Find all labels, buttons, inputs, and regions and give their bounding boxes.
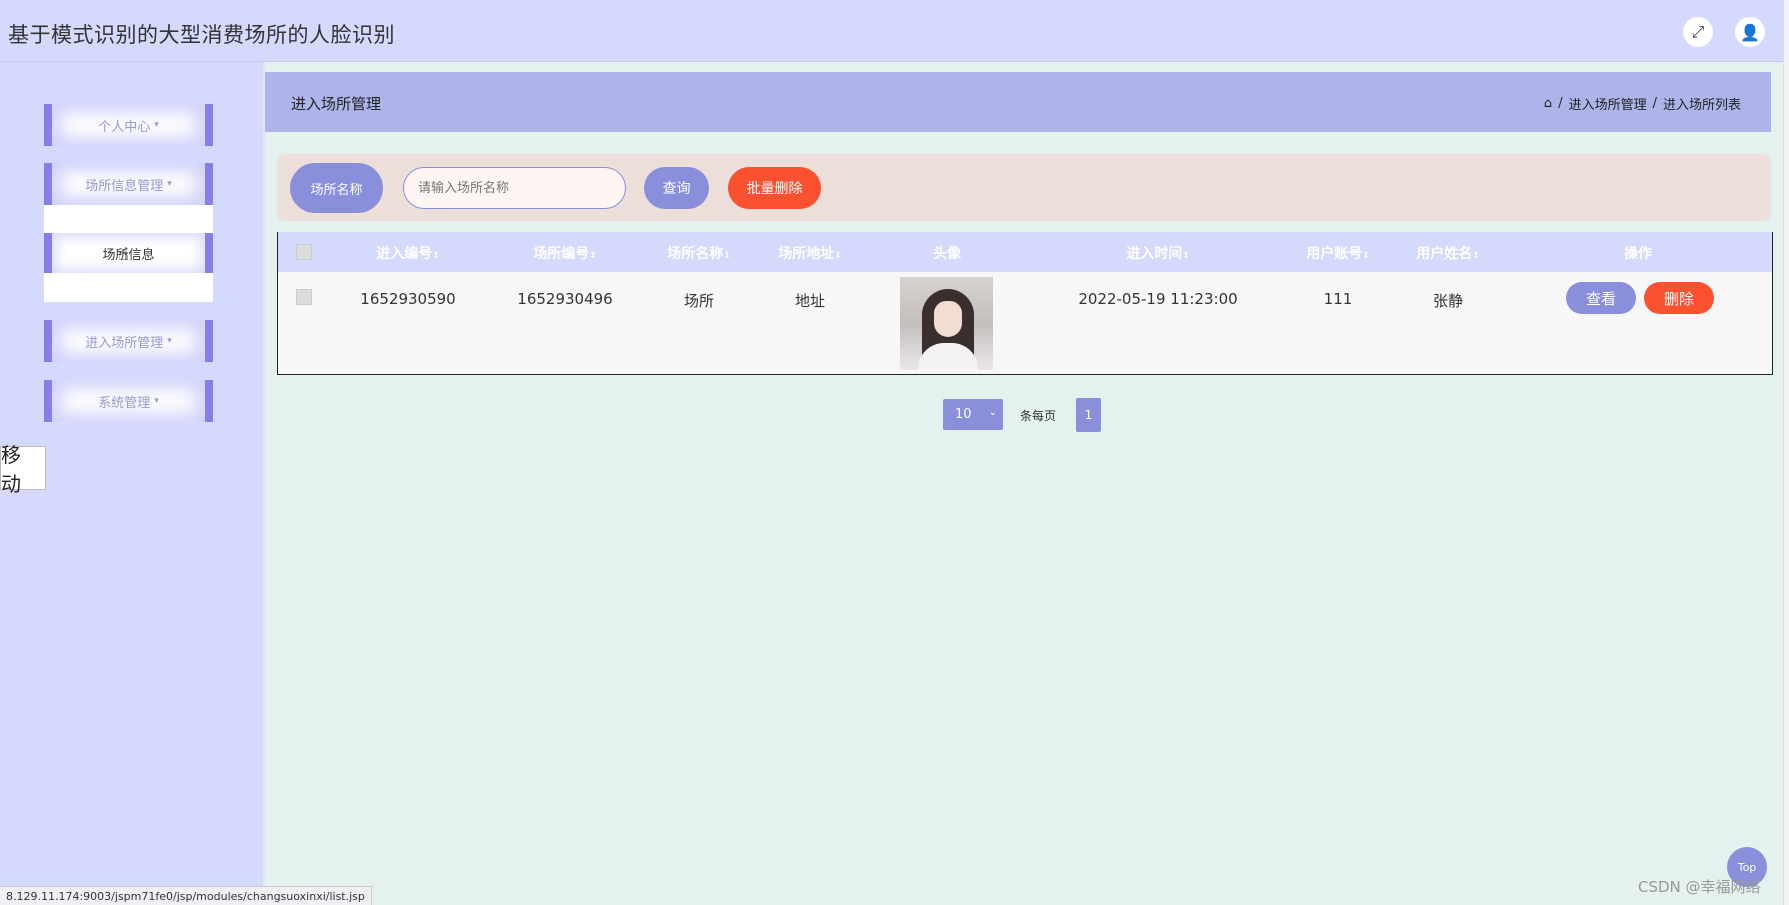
cell-place-address: 地址 (794, 292, 826, 310)
pagination: 10 ⌄ 条每页 1 (265, 398, 1789, 432)
search-bar: 场所名称 查询 批量删除 (277, 154, 1771, 221)
sidebar-menu-label: 场所信息管理 (85, 178, 164, 194)
sort-icon: ⇕ (432, 251, 440, 261)
query-button[interactable]: 查询 (644, 167, 709, 209)
cell-entry-time: 2022-05-19 11:23:00 (1078, 290, 1238, 308)
column-header-avatar: 头像 (933, 246, 961, 262)
sort-icon: ⇕ (834, 251, 842, 261)
caret-down-icon: ▾ (154, 120, 159, 130)
data-table: 进入编号⇕ 场所编号⇕ 场所名称⇕ 场所地址⇕ 头像 进入时间⇕ 用户账号⇕ 用… (277, 232, 1773, 375)
table-header: 进入编号⇕ 场所编号⇕ 场所名称⇕ 场所地址⇕ 头像 进入时间⇕ 用户账号⇕ 用… (278, 232, 1772, 272)
page-title: 进入场所管理 (291, 95, 382, 113)
sort-icon: ⇕ (723, 251, 731, 261)
sort-icon: ⇕ (1182, 251, 1190, 261)
column-header-actions: 操作 (1624, 246, 1652, 262)
avatar-image[interactable] (900, 277, 993, 370)
breadcrumb-separator: / (1558, 96, 1563, 111)
user-icon[interactable]: 👤 (1735, 17, 1765, 47)
batch-delete-button[interactable]: 批量删除 (728, 167, 821, 209)
hand-cursor-icon: ☝ (118, 244, 129, 265)
top-header: 基于模式识别的大型消费场所的人脸识别 ⤢ 👤 (0, 0, 1789, 62)
page-size-select[interactable]: 10 ⌄ (943, 399, 1003, 430)
breadcrumb: ⌂ / 进入场所管理 / 进入场所列表 (1544, 94, 1741, 113)
view-button[interactable]: 查看 (1566, 282, 1636, 314)
scrollbar-edge[interactable] (1783, 0, 1789, 905)
cell-entry-no: 1652930590 (360, 290, 456, 308)
page-header: 进入场所管理 ⌂ / 进入场所管理 / 进入场所列表 (265, 72, 1771, 132)
per-page-label: 条每页 (1020, 409, 1057, 423)
chevron-down-icon: ⌄ (988, 407, 997, 418)
column-header-user-account[interactable]: 用户账号⇕ (1306, 243, 1370, 263)
sidebar-menu-label: 系统管理 (98, 395, 151, 411)
breadcrumb-item: 进入场所列表 (1662, 98, 1741, 113)
page-size-value: 10 (955, 407, 972, 422)
column-header-entry-no[interactable]: 进入编号⇕ (376, 243, 440, 263)
sidebar-menu-entry-management[interactable]: 进入场所管理 ▾ (44, 320, 213, 362)
page-button-1[interactable]: 1 (1076, 398, 1101, 432)
main-content: 进入场所管理 ⌂ / 进入场所管理 / 进入场所列表 场所名称 查询 批量删除 … (265, 62, 1789, 905)
caret-down-icon: ▾ (167, 179, 172, 189)
status-bar-url: 8.129.11.174:9003/jspm71fe0/jsp/modules/… (0, 886, 372, 905)
caret-down-icon: ▾ (154, 396, 159, 406)
sidebar-menu-system-management[interactable]: 系统管理 ▾ (44, 380, 213, 422)
cell-place-name: 场所 (683, 292, 715, 310)
home-icon[interactable]: ⌂ (1544, 96, 1552, 111)
watermark: CSDN @幸福网络 (1638, 878, 1761, 896)
row-checkbox[interactable] (296, 289, 312, 305)
sidebar-menu-label: 个人中心 (98, 119, 151, 135)
sort-icon: ⇕ (1362, 251, 1370, 261)
sidebar-menu-personal-center[interactable]: 个人中心 ▾ (44, 104, 213, 146)
cell-user-account: 111 (1323, 290, 1353, 308)
column-header-user-name[interactable]: 用户姓名⇕ (1416, 243, 1480, 263)
search-input[interactable] (403, 167, 626, 209)
avatar-face (934, 301, 962, 337)
breadcrumb-item[interactable]: 进入场所管理 (1569, 94, 1647, 113)
column-header-entry-time[interactable]: 进入时间⇕ (1126, 243, 1190, 263)
search-label: 场所名称 (290, 163, 383, 213)
cell-place-no: 1652930496 (517, 290, 613, 308)
sidebar-menu-label: 进入场所管理 (85, 335, 164, 351)
breadcrumb-separator: / (1652, 96, 1657, 111)
sidebar-menu-place-info[interactable]: 场所信息管理 ▾ (44, 163, 213, 205)
cell-user-name: 张静 (1432, 292, 1464, 310)
app-title: 基于模式识别的大型消费场所的人脸识别 (8, 23, 395, 47)
column-header-place-name[interactable]: 场所名称⇕ (667, 243, 731, 263)
select-all-checkbox[interactable] (296, 244, 312, 260)
delete-button[interactable]: 删除 (1644, 282, 1714, 314)
table-row: 1652930590 1652930496 场所 地址 2022-05-19 1… (278, 272, 1772, 374)
sort-icon: ⇕ (1472, 251, 1480, 261)
sort-icon: ⇕ (589, 251, 597, 261)
fullscreen-icon[interactable]: ⤢ (1683, 17, 1713, 47)
caret-down-icon: ▾ (167, 336, 172, 346)
column-header-place-no[interactable]: 场所编号⇕ (533, 243, 597, 263)
drag-handle[interactable]: 移动 (0, 443, 46, 496)
column-header-place-address[interactable]: 场所地址⇕ (778, 243, 842, 263)
